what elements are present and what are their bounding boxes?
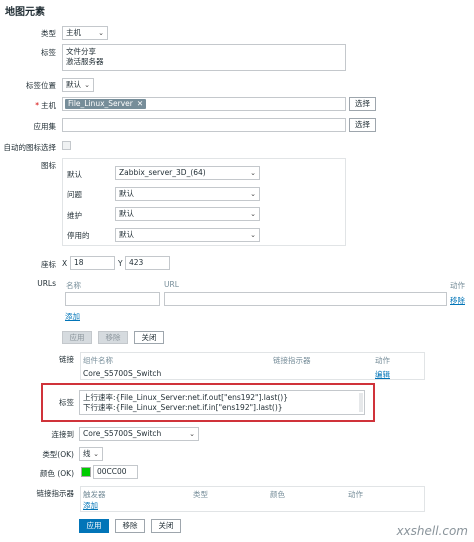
icon-problem-label: 问题 xyxy=(67,190,82,199)
appset-label: 应用集 xyxy=(33,122,57,131)
icon-default-value: Zabbix_server_3D_(64) xyxy=(119,168,206,177)
watermark: xxshell.com xyxy=(396,524,468,538)
icon-problem-value: 默认 xyxy=(119,189,134,198)
chevron-down-icon: ⌄ xyxy=(250,190,256,198)
icon-disabled-label: 停用的 xyxy=(67,231,90,240)
color-ok-label: 颜色 (OK) xyxy=(39,469,74,478)
link-label-line-1: 上行速率:{File_Linux_Server:net.if.out["ens1… xyxy=(83,393,288,402)
indicators-type-header: 类型 xyxy=(193,490,208,499)
urls-url-header: URL xyxy=(164,280,179,289)
label-position-select[interactable]: 默认 ⌄ xyxy=(62,78,94,92)
host-label: * 主机 xyxy=(35,100,56,111)
label-textarea[interactable]: 文件分享 激活服务器 xyxy=(62,44,346,71)
element-remove-button[interactable]: 移除 xyxy=(98,331,128,344)
label-position-label: 标签位置 xyxy=(26,81,56,90)
chevron-down-icon: ⌄ xyxy=(98,29,104,37)
urls-action-header: 动作 xyxy=(450,281,465,290)
url-input[interactable] xyxy=(164,292,447,306)
scrollbar[interactable] xyxy=(359,393,363,412)
urls-label: URLs xyxy=(37,279,56,288)
icon-maintenance-select[interactable]: 默认 ⌄ xyxy=(115,207,260,221)
links-action-header: 动作 xyxy=(375,356,390,365)
appset-input[interactable] xyxy=(62,118,346,132)
type-ok-select[interactable]: 线 ⌄ xyxy=(79,447,103,461)
url-remove-link[interactable]: 移除 xyxy=(450,295,465,306)
icon-maintenance-label: 维护 xyxy=(67,211,82,220)
required-asterisk-icon: * xyxy=(35,101,39,110)
icon-disabled-value: 默认 xyxy=(119,230,134,239)
chevron-down-icon: ⌄ xyxy=(93,450,99,458)
indicators-table: 触发器 类型 颜色 动作 添加 xyxy=(80,486,425,512)
connect-to-value: Core_S5700S_Switch xyxy=(83,429,162,438)
chevron-down-icon: ⌄ xyxy=(84,81,90,89)
appset-select-button[interactable]: 选择 xyxy=(349,118,376,132)
links-indicator-header: 链接指示器 xyxy=(273,356,311,365)
element-apply-button[interactable]: 应用 xyxy=(62,331,92,344)
color-swatch[interactable] xyxy=(81,467,91,477)
element-close-button[interactable]: 关闭 xyxy=(134,331,164,344)
coord-y-label: Y xyxy=(118,259,123,268)
url-add-link[interactable]: 添加 xyxy=(65,311,80,322)
type-label: 类型 xyxy=(41,29,56,38)
type-ok-value: 线 xyxy=(83,449,91,458)
indicators-label: 链接指示器 xyxy=(36,489,75,498)
link-label-line-2: 下行速率:{File_Linux_Server:net.if.in["ens19… xyxy=(83,403,283,412)
coord-x-input[interactable]: 18 xyxy=(70,256,115,270)
link-remove-button[interactable]: 移除 xyxy=(115,519,145,533)
links-row-element: Core_S5700S_Switch xyxy=(83,369,162,378)
color-ok-input[interactable]: 00CC00 xyxy=(93,465,138,479)
url-name-input[interactable] xyxy=(65,292,160,306)
coords-label: 座标 xyxy=(41,260,56,269)
indicators-add-link[interactable]: 添加 xyxy=(83,500,98,511)
chevron-down-icon: ⌄ xyxy=(250,169,256,177)
link-apply-button[interactable]: 应用 xyxy=(79,519,109,533)
close-icon[interactable]: ✕ xyxy=(137,99,143,108)
indicators-color-header: 颜色 xyxy=(270,490,285,499)
host-tag: File_Linux_Server ✕ xyxy=(65,99,147,109)
type-ok-label: 类型(OK) xyxy=(42,450,74,459)
link-label-label: 标签 xyxy=(59,398,74,407)
label-line-2: 激活服务器 xyxy=(66,57,104,66)
connect-to-label: 连接到 xyxy=(51,430,75,439)
icons-panel: 默认 Zabbix_server_3D_(64) ⌄ 问题 默认 ⌄ 维护 默认 ⌄ … xyxy=(62,158,346,246)
type-value: 主机 xyxy=(66,28,81,37)
links-row-edit-link[interactable]: 编辑 xyxy=(375,369,390,380)
icon-disabled-select[interactable]: 默认 ⌄ xyxy=(115,228,260,242)
coord-x-label: X xyxy=(62,259,68,268)
links-table: 组件名称 链接指示器 动作 Core_S5700S_Switch 编辑 xyxy=(80,352,425,380)
urls-name-header: 名称 xyxy=(66,281,81,290)
label-line-1: 文件分享 xyxy=(66,47,96,56)
icon-default-label: 默认 xyxy=(67,170,82,179)
type-select[interactable]: 主机 ⌄ xyxy=(62,26,108,40)
label-label: 标签 xyxy=(41,48,56,57)
auto-icon-label: 自动的图标选择 xyxy=(3,143,57,152)
connect-to-select[interactable]: Core_S5700S_Switch ⌄ xyxy=(79,427,199,441)
icon-maintenance-value: 默认 xyxy=(119,209,134,218)
page-title: 地图元素 xyxy=(5,7,45,18)
chevron-down-icon: ⌄ xyxy=(250,210,256,218)
icon-default-select[interactable]: Zabbix_server_3D_(64) ⌄ xyxy=(115,166,260,180)
auto-icon-checkbox[interactable] xyxy=(62,141,71,150)
coord-y-input[interactable]: 423 xyxy=(125,256,170,270)
chevron-down-icon: ⌄ xyxy=(250,231,256,239)
indicators-trigger-header: 触发器 xyxy=(83,490,106,499)
icons-label: 图标 xyxy=(41,161,56,170)
host-select-button[interactable]: 选择 xyxy=(349,97,376,111)
indicators-action-header: 动作 xyxy=(348,490,363,499)
host-tag-label: File_Linux_Server xyxy=(68,99,133,108)
chevron-down-icon: ⌄ xyxy=(189,430,195,438)
label-position-value: 默认 xyxy=(66,80,81,89)
links-label: 链接 xyxy=(59,355,74,364)
link-label-textarea[interactable]: 上行速率:{File_Linux_Server:net.if.out["ens1… xyxy=(79,390,365,415)
icon-problem-select[interactable]: 默认 ⌄ xyxy=(115,187,260,201)
host-label-text: 主机 xyxy=(41,101,56,110)
host-multiselect[interactable]: File_Linux_Server ✕ xyxy=(62,97,346,111)
links-element-header: 组件名称 xyxy=(83,356,113,365)
link-close-button[interactable]: 关闭 xyxy=(151,519,181,533)
